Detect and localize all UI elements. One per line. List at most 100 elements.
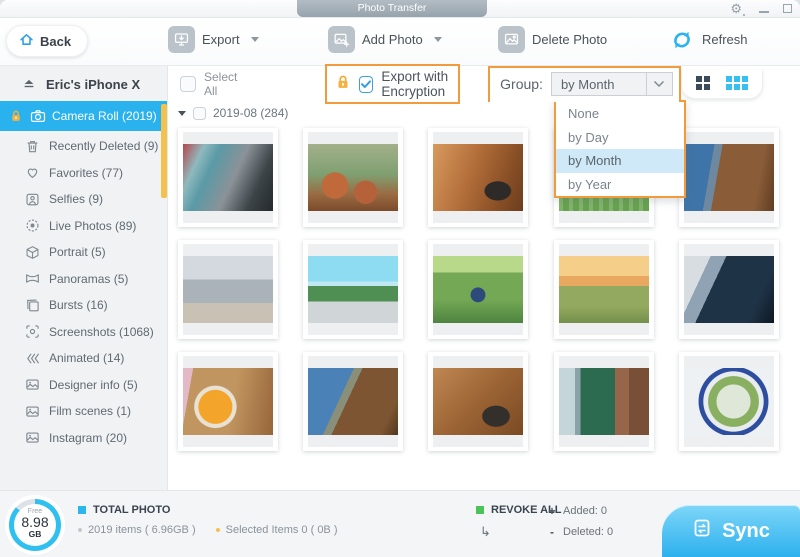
photo-card[interactable] xyxy=(554,240,654,339)
home-icon xyxy=(19,32,34,50)
sync-button[interactable]: Sync xyxy=(662,505,800,557)
sidebar-scrollbar[interactable] xyxy=(161,104,167,198)
export-dropdown-arrow-icon xyxy=(251,37,259,42)
group-select[interactable]: by Month xyxy=(551,72,673,96)
group-option-by-year[interactable]: by Year xyxy=(556,173,684,197)
sidebar-item-portrait[interactable]: Portrait (5) xyxy=(0,239,167,266)
sidebar-item-camera-roll[interactable]: Camera Roll (2019) xyxy=(0,101,167,131)
items-count: 2019 items ( 6.96GB ) xyxy=(88,524,196,536)
export-icon xyxy=(168,26,195,53)
sidebar-item-bursts[interactable]: Bursts (16) xyxy=(0,292,167,319)
photo-card[interactable] xyxy=(679,128,779,227)
return-arrow-icon: ↳ xyxy=(480,524,491,540)
sidebar-item-film-scenes[interactable]: Film scenes (1) xyxy=(0,398,167,425)
group-title: 2019-08 (284) xyxy=(213,106,288,120)
photo-card[interactable] xyxy=(178,128,278,227)
sync-label: Sync xyxy=(722,520,770,543)
photo-card[interactable] xyxy=(178,352,278,451)
screenshot-icon xyxy=(24,324,40,340)
total-photo-label: TOTAL PHOTO xyxy=(93,504,170,516)
select-all-box[interactable] xyxy=(180,76,196,92)
device-name: Eric's iPhone X xyxy=(46,77,140,92)
added-count: Added: 0 xyxy=(563,505,607,517)
photo-card[interactable] xyxy=(428,352,528,451)
sidebar-item-instagram[interactable]: Instagram (20) xyxy=(0,425,167,452)
salad-plate-blue-rim-thumbnail xyxy=(684,368,774,435)
photo-card-bottom-strip xyxy=(559,435,649,447)
photo-card-top-strip xyxy=(684,132,774,144)
status-bar: Free 8.98 GB TOTAL PHOTO 2019 items ( 6.… xyxy=(0,490,800,557)
photo-card-bottom-strip xyxy=(684,435,774,447)
free-value: 8.98 xyxy=(14,515,56,529)
photo-card[interactable] xyxy=(554,352,654,451)
large-grid-view-icon[interactable] xyxy=(696,76,710,90)
export-with-encryption-control[interactable]: Export with Encryption xyxy=(325,64,460,104)
add-photo-button[interactable]: Add Photo xyxy=(328,26,442,53)
device-header[interactable]: Eric's iPhone X xyxy=(0,66,167,101)
add-photo-icon xyxy=(328,26,355,53)
group-checkbox[interactable] xyxy=(193,107,206,120)
minimize-button[interactable] xyxy=(759,11,769,13)
green-front-door-thumbnail xyxy=(559,368,649,435)
photo-card-top-strip xyxy=(308,356,398,368)
items-bullet-icon xyxy=(78,528,82,532)
photo-card-bottom-strip xyxy=(433,435,523,447)
delete-photo-button[interactable]: Delete Photo xyxy=(498,26,607,53)
encryption-checkbox[interactable] xyxy=(359,76,373,93)
photo-card[interactable] xyxy=(303,352,403,451)
title-bar: Photo Transfer ⚙ xyxy=(0,0,800,18)
pizza-slices-controller-thumbnail xyxy=(433,368,523,435)
app-window: Photo Transfer ⚙ Back Export Add Photo xyxy=(0,0,800,557)
photo-card-top-strip xyxy=(433,244,523,256)
back-button[interactable]: Back xyxy=(6,25,88,57)
photo-card[interactable] xyxy=(428,240,528,339)
controls-bar: Select All Export with Encryption Group:… xyxy=(168,66,800,102)
animated-chevrons-icon xyxy=(24,350,40,366)
sidebar-item-designer-info[interactable]: Designer info (5) xyxy=(0,372,167,399)
heart-icon xyxy=(24,165,40,181)
photo-card[interactable] xyxy=(428,128,528,227)
group-option-none[interactable]: None xyxy=(556,102,684,126)
total-photo-bullet-icon xyxy=(78,506,86,514)
photo-card-bottom-strip xyxy=(183,435,273,447)
sidebar-item-animated[interactable]: Animated (14) xyxy=(0,345,167,372)
group-option-by-month[interactable]: by Month xyxy=(556,149,684,173)
small-grid-view-icon[interactable] xyxy=(726,76,748,90)
delete-photo-icon xyxy=(498,26,525,53)
sidebar-item-label: Camera Roll (2019) xyxy=(52,109,157,123)
deleted-minus-icon: - xyxy=(548,525,556,539)
brown-dog-closeup-thumbnail xyxy=(684,144,774,211)
select-all-label: Select All xyxy=(204,70,237,98)
camera-icon xyxy=(30,108,46,124)
sidebar-item-screenshots[interactable]: Screenshots (1068) xyxy=(0,319,167,346)
sidebar-item-recently-deleted[interactable]: Recently Deleted (9) xyxy=(0,133,167,160)
sync-icon xyxy=(692,518,712,544)
woman-in-park-sunset-thumbnail xyxy=(559,256,649,323)
sidebar-item-panoramas[interactable]: Panoramas (5) xyxy=(0,266,167,293)
settings-gear-icon[interactable]: ⚙ xyxy=(730,1,745,16)
photo-card-bottom-strip xyxy=(183,211,273,223)
select-all-checkbox[interactable]: Select All xyxy=(180,70,237,98)
photo-card-bottom-strip xyxy=(559,211,649,223)
maximize-button[interactable] xyxy=(783,4,792,13)
photo-card-bottom-strip xyxy=(559,323,649,335)
photo-card[interactable] xyxy=(303,128,403,227)
refresh-button[interactable]: Refresh xyxy=(668,26,748,53)
photo-card[interactable] xyxy=(679,240,779,339)
group-select-value: by Month xyxy=(561,77,614,92)
group-option-by-day[interactable]: by Day xyxy=(556,126,684,150)
sidebar-item-live-photos[interactable]: Live Photos (89) xyxy=(0,213,167,240)
sidebar-item-favorites[interactable]: Favorites (77) xyxy=(0,160,167,187)
photo-card[interactable] xyxy=(178,240,278,339)
album-icon xyxy=(24,403,40,419)
export-button[interactable]: Export xyxy=(168,26,259,53)
collapse-triangle-icon[interactable] xyxy=(178,111,186,116)
group-control: Group: by Month xyxy=(488,66,681,102)
photo-card-top-strip xyxy=(183,244,273,256)
chevron-down-icon xyxy=(646,73,672,95)
photo-card[interactable] xyxy=(679,352,779,451)
trash-icon xyxy=(24,138,40,154)
photo-card[interactable] xyxy=(303,240,403,339)
sidebar-item-selfies[interactable]: Selfies (9) xyxy=(0,186,167,213)
coastal-road-trees-thumbnail xyxy=(308,256,398,323)
